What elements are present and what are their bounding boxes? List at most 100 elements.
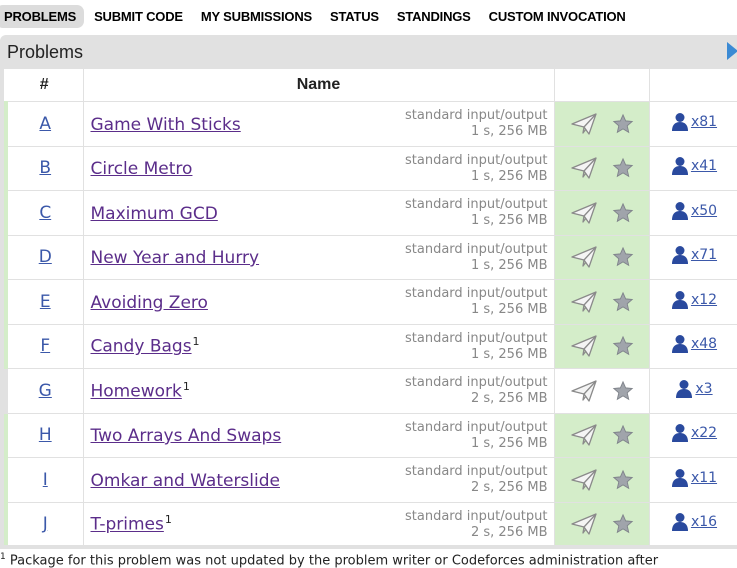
solvers-cell: x22 — [649, 413, 737, 458]
solvers-cell: x12 — [649, 279, 737, 325]
problem-name-link[interactable]: Omkar and Waterslide — [91, 471, 281, 491]
solvers-cell: x41 — [649, 146, 737, 191]
problem-id-link[interactable]: F — [40, 336, 50, 356]
problem-actions-cell — [554, 457, 650, 503]
tab-custom-invocation[interactable]: CUSTOM INVOCATION — [481, 6, 634, 27]
star-icon[interactable] — [612, 291, 634, 313]
problem-limits: standard input/output 1 s, 256 MB — [405, 331, 548, 363]
problem-id-link[interactable]: D — [39, 247, 52, 267]
problems-table: # Name A Game With Sticks standard input/o… — [4, 69, 737, 547]
table-row: J T-primes1 standard input/output 2 s, 256 … — [4, 502, 737, 547]
problem-id-link[interactable]: J — [43, 514, 48, 534]
io-type: standard input/output — [405, 508, 548, 524]
problem-id-cell: F — [4, 324, 84, 369]
solvers-count: x12 — [690, 291, 718, 308]
problem-name-link[interactable]: Candy Bags1 — [91, 335, 200, 357]
problem-id-cell: B — [4, 146, 84, 191]
paper-plane-icon[interactable] — [570, 112, 598, 136]
tab-status[interactable]: STATUS — [322, 6, 387, 27]
footnote-marker: 1 — [192, 335, 200, 349]
table-row: C Maximum GCD standard input/output 1 s, 25… — [4, 190, 737, 236]
table-header-row: # Name — [6, 69, 737, 102]
solvers-link[interactable]: x71 — [671, 245, 717, 265]
io-type: standard input/output — [405, 108, 548, 123]
star-icon[interactable] — [612, 380, 634, 402]
paper-plane-icon[interactable] — [570, 156, 598, 180]
problem-id-link[interactable]: B — [39, 158, 51, 178]
problem-name-link[interactable]: T-primes1 — [91, 513, 172, 535]
problem-name: Game With Sticks — [90, 114, 241, 135]
problem-id-cell: E — [4, 279, 84, 325]
tab-my-submissions[interactable]: MY SUBMISSIONS — [193, 6, 320, 27]
solvers-count: x48 — [690, 336, 718, 353]
problem-id-cell: J — [4, 502, 84, 547]
table-row: G Homework1 standard input/output 2 s, 256 … — [4, 368, 737, 414]
tab-standings[interactable]: STANDINGS — [389, 6, 479, 27]
problem-id-link[interactable]: I — [43, 470, 48, 490]
problem-id-link[interactable]: G — [39, 381, 52, 401]
star-icon[interactable] — [612, 202, 634, 224]
star-icon[interactable] — [612, 513, 634, 535]
problem-id-link[interactable]: C — [39, 203, 51, 223]
problem-id-link[interactable]: A — [39, 114, 51, 134]
footnote-marker: 1 — [182, 379, 190, 393]
tab-problems[interactable]: PROBLEMS — [0, 5, 85, 28]
solvers-link[interactable]: x22 — [671, 423, 717, 443]
problem-id-cell: D — [4, 235, 84, 280]
problem-id-link[interactable]: E — [40, 292, 51, 312]
problem-name-link[interactable]: Homework1 — [91, 380, 190, 402]
user-icon — [671, 468, 689, 488]
problem-actions-cell — [554, 235, 650, 280]
problem-limits: standard input/output 1 s, 256 MB — [405, 420, 548, 452]
star-icon[interactable] — [612, 335, 634, 357]
problem-limits: standard input/output 1 s, 256 MB — [405, 153, 548, 185]
triangle-right-icon[interactable] — [727, 42, 737, 60]
solvers-link[interactable]: x81 — [671, 112, 717, 132]
problem-name-link[interactable]: Maximum GCD — [91, 204, 218, 224]
problem-name-link[interactable]: Two Arrays And Swaps — [91, 426, 282, 446]
solvers-count: x16 — [690, 514, 718, 531]
problem-name-link[interactable]: Avoiding Zero — [91, 293, 208, 313]
table-row: H Two Arrays And Swaps standard input/outp… — [4, 413, 737, 458]
star-icon[interactable] — [612, 424, 634, 446]
star-icon[interactable] — [612, 246, 634, 268]
problem-name: Avoiding Zero — [90, 292, 208, 313]
time-memory-limits: 1 s, 256 MB — [470, 257, 548, 273]
solvers-link[interactable]: x48 — [671, 334, 717, 354]
solvers-link[interactable]: x12 — [671, 290, 717, 310]
paper-plane-icon[interactable] — [570, 423, 598, 447]
table-bottom-border — [0, 545, 737, 548]
solvers-link[interactable]: x50 — [671, 201, 717, 221]
problem-name-cell: Omkar and Waterslide standard input/outpu… — [83, 457, 555, 503]
paper-plane-icon[interactable] — [570, 245, 598, 269]
paper-plane-icon[interactable] — [570, 290, 598, 314]
star-icon[interactable] — [612, 157, 634, 179]
paper-plane-icon[interactable] — [570, 468, 598, 492]
problem-name-link[interactable]: Game With Sticks — [91, 115, 241, 135]
star-icon[interactable] — [612, 113, 634, 135]
io-type: standard input/output — [405, 330, 548, 346]
star-icon[interactable] — [612, 469, 634, 491]
table-row: E Avoiding Zero standard input/output 1 s, … — [4, 279, 737, 325]
problem-id-link[interactable]: H — [39, 425, 52, 445]
solvers-link[interactable]: x16 — [671, 512, 717, 532]
tab-submit-code[interactable]: SUBMIT CODE — [86, 6, 191, 27]
paper-plane-icon[interactable] — [570, 334, 598, 358]
column-header-solvers — [649, 69, 737, 102]
paper-plane-icon[interactable] — [570, 512, 598, 536]
time-memory-limits: 1 s, 256 MB — [470, 346, 548, 362]
solvers-cell: x3 — [649, 368, 737, 414]
problems-table-wrapper: # Name A Game With Sticks standard input/o… — [0, 69, 737, 549]
solvers-link[interactable]: x41 — [671, 156, 717, 176]
problem-name-link[interactable]: Circle Metro — [91, 159, 193, 179]
problem-name: Homework — [90, 381, 182, 402]
footnote: 1 Package for this problem was not updat… — [0, 552, 737, 568]
problem-name-link[interactable]: New Year and Hurry — [91, 248, 260, 268]
paper-plane-icon[interactable] — [570, 379, 598, 403]
solvers-cell: x71 — [649, 235, 737, 280]
solvers-link[interactable]: x3 — [675, 379, 713, 399]
solvers-link[interactable]: x11 — [671, 468, 717, 488]
paper-plane-icon[interactable] — [570, 201, 598, 225]
solvers-count: x3 — [695, 380, 713, 397]
io-type: standard input/output — [405, 286, 548, 301]
